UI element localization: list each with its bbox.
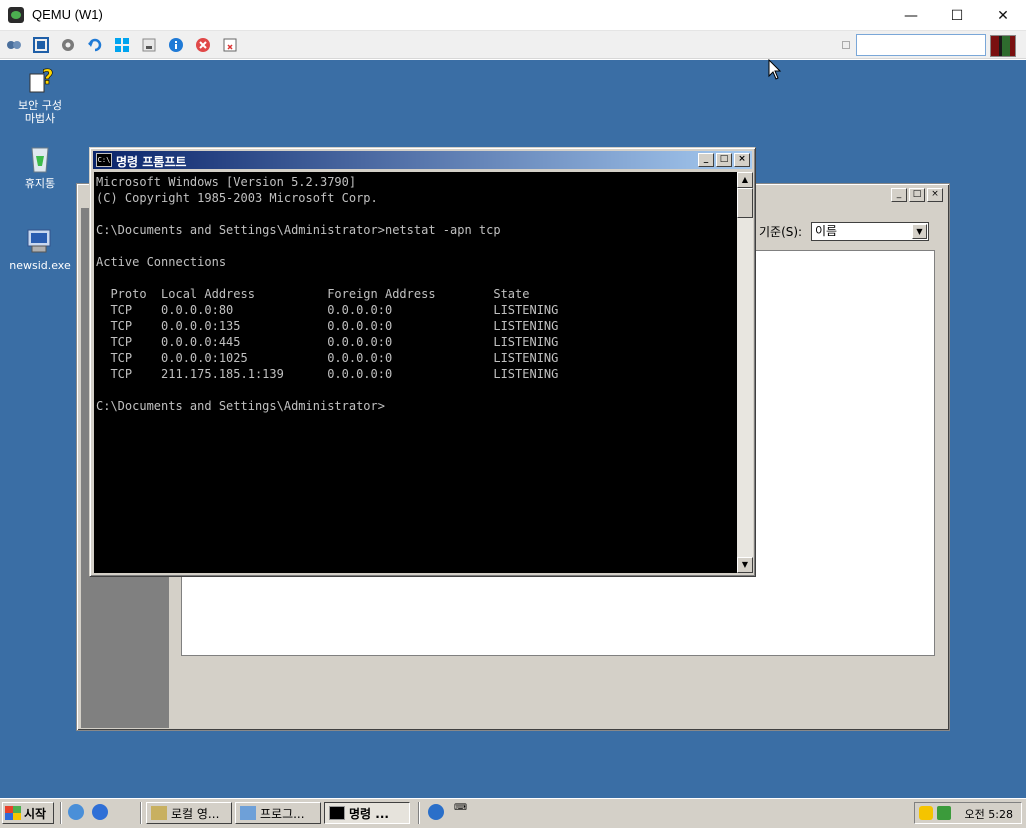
security-shield-icon[interactable] bbox=[919, 806, 933, 820]
cmd-taskbar-icon bbox=[329, 806, 345, 820]
cmd-close-button[interactable]: × bbox=[734, 153, 750, 167]
recycle-bin-icon bbox=[24, 142, 56, 174]
explorer-minimize-button[interactable]: _ bbox=[891, 188, 907, 202]
task-label: 명령 ... bbox=[349, 806, 389, 821]
internet-explorer-icon[interactable] bbox=[92, 804, 108, 820]
programs-icon bbox=[240, 806, 256, 820]
start-button[interactable]: 시작 bbox=[2, 802, 54, 824]
taskbar-item-local-security[interactable]: 로컬 영... bbox=[146, 802, 232, 824]
local-security-icon bbox=[151, 806, 167, 820]
task-label: 로컬 영... bbox=[171, 806, 220, 821]
explorer-window-controls: _ □ × bbox=[891, 188, 943, 202]
scroll-up-arrow-icon[interactable]: ▲ bbox=[737, 172, 753, 188]
stop-icon[interactable] bbox=[194, 36, 212, 54]
guest-desktop: ? 보안 구성 마법사 휴지통 newsid.exe _ □ × 기준(S): … bbox=[0, 58, 1026, 798]
windows-icon[interactable] bbox=[113, 36, 131, 54]
taskbar-item-programs[interactable]: 프로그... bbox=[235, 802, 321, 824]
explorer-close-button[interactable]: × bbox=[927, 188, 943, 202]
console-line: TCP 0.0.0.0:135 0.0.0.0:0 LISTENING bbox=[96, 319, 559, 333]
host-toolbar bbox=[0, 31, 1026, 59]
console-line: TCP 0.0.0.0:80 0.0.0.0:0 LISTENING bbox=[96, 303, 559, 317]
usb-icon[interactable] bbox=[140, 36, 158, 54]
qemu-app-icon bbox=[8, 7, 24, 23]
cmd-titlebar[interactable]: C:\ 명령 프롬프트 _ □ × bbox=[93, 151, 752, 169]
cmd-title: 명령 프롬프트 bbox=[116, 155, 187, 169]
info-icon[interactable] bbox=[167, 36, 185, 54]
start-label: 시작 bbox=[24, 806, 47, 821]
cmd-maximize-button[interactable]: □ bbox=[716, 153, 732, 167]
desktop-icon-label: 휴지통 bbox=[24, 177, 56, 190]
maximize-button[interactable]: ☐ bbox=[934, 0, 980, 31]
scroll-down-arrow-icon[interactable]: ▼ bbox=[737, 557, 753, 573]
console-line: C:\Documents and Settings\Administrator> bbox=[96, 399, 385, 413]
sort-by-label: 기준(S): bbox=[759, 225, 803, 239]
console-line: TCP 0.0.0.0:445 0.0.0.0:0 LISTENING bbox=[96, 335, 559, 349]
security-wizard-icon: ? bbox=[24, 64, 56, 96]
desktop-icon-label: newsid.exe bbox=[9, 259, 71, 272]
taskbar-separator bbox=[60, 802, 62, 824]
console-scrollbar[interactable]: ▲ ▼ bbox=[737, 172, 753, 573]
cmd-window-controls: _ □ × bbox=[698, 153, 750, 167]
sort-by-value: 이름 bbox=[815, 224, 838, 238]
clock[interactable]: 오전 5:28 bbox=[965, 806, 1013, 822]
windows-flag-icon bbox=[5, 806, 21, 820]
taskbar-item-command-prompt[interactable]: 명령 ... bbox=[324, 802, 410, 824]
task-label: 프로그... bbox=[260, 806, 305, 821]
desktop-icon-recycle-bin[interactable]: 휴지통 bbox=[5, 142, 75, 190]
desktop-icon-security-wizard[interactable]: ? 보안 구성 마법사 bbox=[5, 64, 75, 125]
fullscreen-icon[interactable] bbox=[32, 36, 50, 54]
chevron-down-icon[interactable]: ▼ bbox=[912, 224, 927, 239]
scrollbar-thumb[interactable] bbox=[737, 188, 753, 218]
newsid-exe-icon bbox=[24, 224, 56, 256]
taskbar-separator bbox=[418, 802, 420, 824]
cmd-minimize-button[interactable]: _ bbox=[698, 153, 714, 167]
mouse-cursor-icon bbox=[768, 58, 782, 84]
console-line: (C) Copyright 1985-2003 Microsoft Corp. bbox=[96, 191, 378, 205]
refresh-icon[interactable] bbox=[86, 36, 104, 54]
cmd-icon: C:\ bbox=[96, 153, 112, 167]
color-swatch-button[interactable] bbox=[990, 35, 1016, 57]
host-titlebar: QEMU (W1) — ☐ ✕ bbox=[0, 0, 1026, 31]
explorer-maximize-button[interactable]: □ bbox=[909, 188, 925, 202]
sort-by-select[interactable]: 이름 ▼ bbox=[811, 222, 929, 241]
language-globe-icon[interactable] bbox=[428, 804, 444, 820]
taskbar: 시작 로컬 영... 프로그... 명령 ... ⌨ 오전 5:28 bbox=[0, 798, 1026, 828]
system-tray: 오전 5:28 bbox=[914, 802, 1022, 824]
taskbar-separator bbox=[140, 802, 142, 824]
console-line: Microsoft Windows [Version 5.2.3790] bbox=[96, 175, 357, 189]
settings-icon[interactable] bbox=[59, 36, 77, 54]
console-line: Active Connections bbox=[96, 255, 227, 269]
input-mode-icon[interactable]: ⌨ bbox=[454, 804, 467, 813]
command-prompt-window[interactable]: C:\ 명령 프롬프트 _ □ × Microsoft Windows [Ver… bbox=[89, 147, 756, 577]
console-output[interactable]: Microsoft Windows [Version 5.2.3790] (C) … bbox=[94, 172, 737, 573]
close-button[interactable]: ✕ bbox=[980, 0, 1026, 31]
network-icon[interactable] bbox=[937, 806, 951, 820]
console-line: Proto Local Address Foreign Address Stat… bbox=[96, 287, 530, 301]
svg-text:?: ? bbox=[42, 65, 54, 89]
console-line: C:\Documents and Settings\Administrator>… bbox=[96, 223, 501, 237]
show-desktop-icon[interactable] bbox=[68, 804, 84, 820]
toolbar-checkbox[interactable] bbox=[842, 41, 850, 49]
console-line: TCP 0.0.0.0:1025 0.0.0.0:0 LISTENING bbox=[96, 351, 559, 365]
desktop-icon-label: 보안 구성 마법사 bbox=[18, 99, 62, 125]
window-title: QEMU (W1) bbox=[32, 7, 103, 22]
snapshot-icon[interactable] bbox=[221, 36, 239, 54]
desktop-icon-newsid[interactable]: newsid.exe bbox=[5, 224, 75, 272]
toolbar-input[interactable] bbox=[856, 34, 986, 56]
drives-icon[interactable] bbox=[5, 36, 23, 54]
console-line: TCP 211.175.185.1:139 0.0.0.0:0 LISTENIN… bbox=[96, 367, 559, 381]
minimize-button[interactable]: — bbox=[888, 0, 934, 31]
